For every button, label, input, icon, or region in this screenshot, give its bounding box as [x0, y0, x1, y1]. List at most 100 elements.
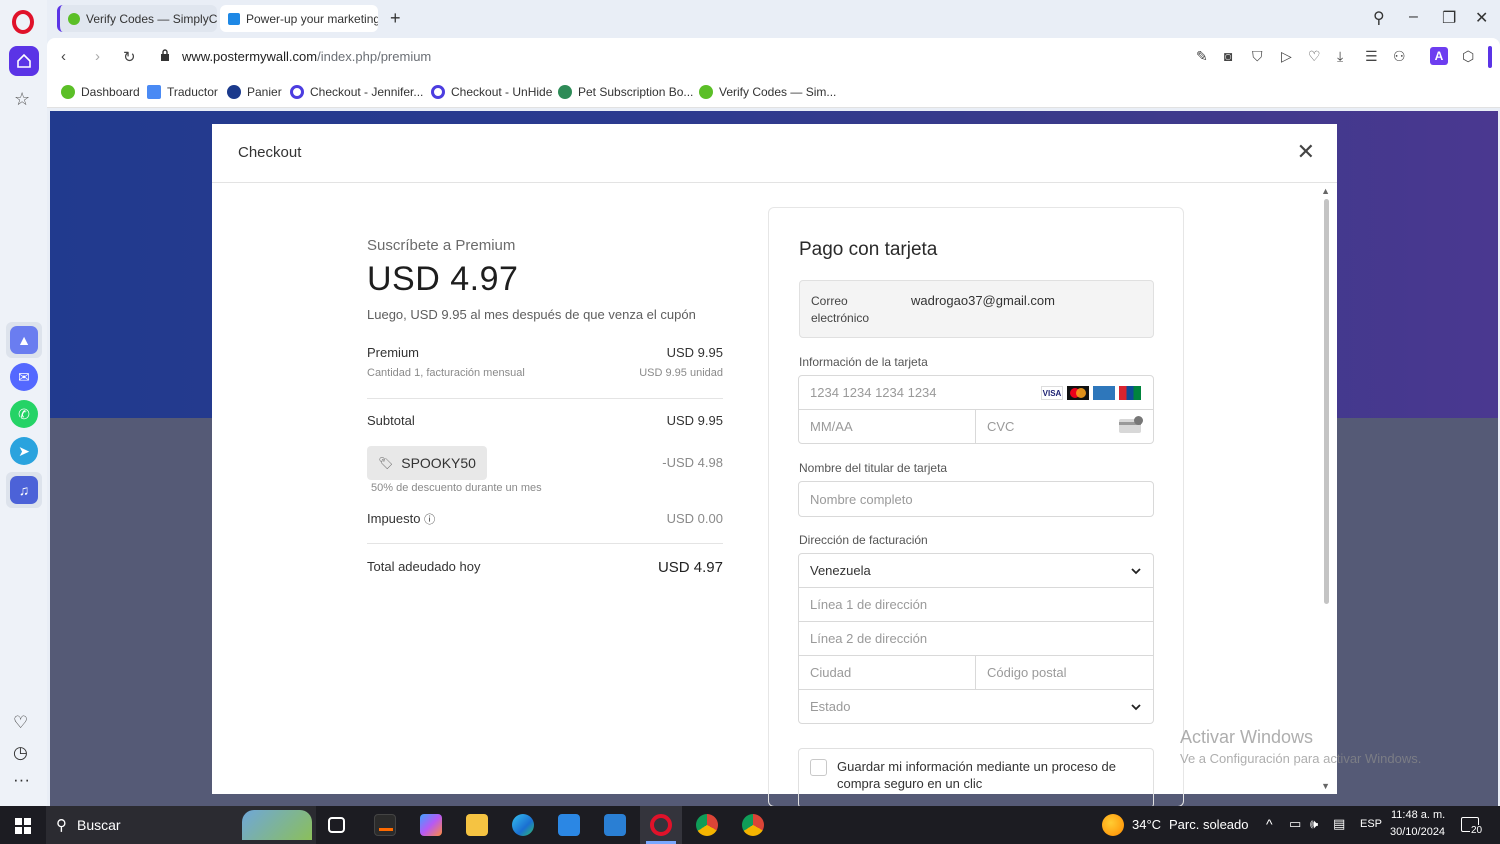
bookmark-panier[interactable]: Panier — [227, 85, 282, 99]
card-brand-icons: VISA — [1041, 386, 1141, 400]
forward-icon[interactable]: › — [95, 48, 100, 65]
aria-app-icon[interactable]: ▲ — [10, 326, 38, 354]
card-info-label: Información de la tarjeta — [799, 355, 928, 369]
heart-bookmark-icon[interactable]: ♡ — [1308, 48, 1321, 65]
messenger-icon[interactable]: ✉ — [10, 363, 38, 391]
copilot-icon[interactable] — [420, 814, 442, 836]
task-view-icon[interactable] — [328, 817, 345, 833]
scrollbar-thumb[interactable] — [1324, 199, 1329, 604]
expiry-input[interactable]: MM/AA — [798, 409, 976, 444]
postermywall-favicon-icon — [228, 12, 240, 25]
opera-taskbar-icon[interactable] — [650, 814, 672, 836]
aria-ai-icon[interactable]: A — [1430, 47, 1448, 65]
bookmark-checkout-jennifer[interactable]: Checkout - Jennifer... — [290, 85, 423, 99]
email-box: Correo electrónico wadrogao37@gmail.com — [799, 280, 1154, 338]
city-input[interactable]: Ciudad — [798, 655, 976, 690]
bookmark-checkout-unhide[interactable]: Checkout - UnHide — [431, 85, 552, 99]
cvc-input[interactable]: CVC — [975, 409, 1154, 444]
tab-verify-codes[interactable]: Verify Codes — SimplyCo — [57, 5, 217, 32]
opera-logo-icon[interactable] — [12, 10, 34, 34]
country-select[interactable]: Venezuela — [798, 553, 1154, 588]
camera-icon[interactable]: ◙ — [1224, 48, 1232, 64]
tab-strip: Verify Codes — SimplyCo Power-up your ma… — [47, 0, 1500, 38]
flow-icon[interactable]: ▷ — [1281, 48, 1292, 65]
coupon-desc: 50% de descuento durante un mes — [371, 482, 542, 494]
address-line2-input[interactable]: Línea 2 de dirección — [798, 621, 1154, 656]
edit-icon[interactable]: ✎ — [1196, 48, 1208, 65]
divider — [367, 398, 723, 399]
payment-card: Pago con tarjeta Correo electrónico wadr… — [768, 207, 1184, 808]
app-icon-media[interactable] — [374, 814, 396, 836]
card-number-input[interactable]: 1234 1234 1234 1234 VISA — [798, 375, 1154, 410]
scroll-up-icon[interactable]: ▲ — [1321, 186, 1330, 196]
more-dots-icon[interactable]: ··· — [13, 770, 30, 790]
new-tab-plus-icon[interactable]: + — [390, 8, 401, 29]
state-select[interactable]: Estado — [798, 689, 1154, 724]
restore-icon[interactable]: ❐ — [1442, 8, 1456, 28]
star-icon[interactable]: ☆ — [14, 89, 30, 110]
summary-note: Luego, USD 9.95 al mes después de que ve… — [367, 307, 696, 322]
volume-icon[interactable]: 🕪 — [1310, 816, 1318, 832]
windows-activation-title: Activar Windows — [1180, 727, 1314, 747]
coupon-badge[interactable]: 🏷 SPOOKY50 — [367, 446, 487, 480]
store-icon[interactable] — [558, 814, 580, 836]
mail-icon[interactable] — [604, 814, 626, 836]
edge-icon[interactable] — [512, 814, 534, 836]
address-bar: ‹ › ↻ www.postermywall.com/index.php/pre… — [47, 38, 1500, 76]
amex-icon — [1093, 386, 1115, 400]
music-player-icon[interactable]: ♫ — [10, 476, 38, 504]
tax-label: Impuesto — [367, 511, 421, 526]
chrome-profile-icon[interactable] — [742, 814, 764, 836]
info-icon[interactable]: ⓘ — [424, 514, 435, 526]
postal-code-input[interactable]: Código postal — [975, 655, 1154, 690]
battery-icon[interactable]: ▭ — [1289, 816, 1301, 832]
heart-icon[interactable]: ♡ — [13, 713, 28, 733]
download-icon[interactable]: ⤓ — [1337, 48, 1343, 65]
language-indicator[interactable]: ESP — [1360, 818, 1382, 830]
back-icon[interactable]: ‹ — [61, 48, 66, 65]
bookmark-pet-subscription[interactable]: Pet Subscription Bo... — [558, 85, 693, 99]
translate-favicon-icon — [147, 85, 161, 99]
clock-date[interactable]: 30/10/2024 — [1390, 826, 1445, 838]
bookmark-dashboard[interactable]: Dashboard — [61, 85, 140, 99]
search-highlight-image — [242, 810, 312, 840]
clock-time[interactable]: 11:48 a. m. — [1391, 809, 1445, 821]
save-info-checkbox[interactable] — [810, 759, 827, 776]
divider — [367, 543, 723, 544]
reload-icon[interactable]: ↻ — [123, 48, 136, 66]
home-icon[interactable] — [9, 46, 39, 76]
extensions-cube-icon[interactable]: ⬡ — [1462, 48, 1474, 65]
easy-setup-icon[interactable]: ☰ — [1365, 48, 1378, 65]
weather-sun-icon[interactable] — [1102, 814, 1124, 836]
search-tabs-icon[interactable]: ⚲ — [1373, 8, 1385, 28]
weather-temp[interactable]: 34°C — [1132, 817, 1161, 832]
holder-name-input[interactable]: Nombre completo — [798, 481, 1154, 517]
whatsapp-icon[interactable]: ✆ — [10, 400, 38, 428]
tab-postermywall[interactable]: Power-up your marketing — [220, 5, 378, 32]
taskbar-search[interactable]: ⚲ Buscar — [46, 806, 316, 844]
shield-icon[interactable]: ⛉ — [1252, 48, 1263, 65]
file-explorer-icon[interactable] — [466, 814, 488, 836]
bookmark-traductor[interactable]: Traductor — [147, 85, 218, 99]
chrome-icon[interactable] — [696, 814, 718, 836]
url-field[interactable]: www.postermywall.com/index.php/premium — [182, 49, 431, 64]
dashboard-favicon-icon — [61, 85, 75, 99]
save-info-label: Guardar mi información mediante un proce… — [837, 759, 1116, 774]
close-window-icon[interactable]: ✕ — [1475, 8, 1488, 28]
profile-icon[interactable]: ⚇ — [1393, 48, 1406, 65]
network-icon[interactable]: ▤ — [1333, 816, 1345, 832]
total-value: USD 4.97 — [657, 559, 723, 576]
address-line1-input[interactable]: Línea 1 de dirección — [798, 587, 1154, 622]
bookmark-verify-codes[interactable]: Verify Codes — Sim... — [699, 85, 836, 99]
telegram-icon[interactable]: ➤ — [10, 437, 38, 465]
history-clock-icon[interactable]: ◷ — [13, 743, 28, 763]
total-label: Total adeudado hoy — [367, 559, 481, 574]
windows-start-icon[interactable] — [15, 818, 31, 834]
scroll-down-icon[interactable]: ▼ — [1321, 781, 1330, 791]
tray-chevron-up-icon[interactable]: ^ — [1266, 816, 1273, 832]
close-icon[interactable]: ✕ — [1297, 141, 1315, 163]
weather-desc[interactable]: Parc. soleado — [1169, 817, 1249, 832]
minimize-icon[interactable]: – — [1409, 8, 1418, 26]
windows-activation-text: Ve a Configuración para activar Windows. — [1180, 751, 1422, 766]
modal-header: Checkout ✕ — [212, 124, 1337, 183]
